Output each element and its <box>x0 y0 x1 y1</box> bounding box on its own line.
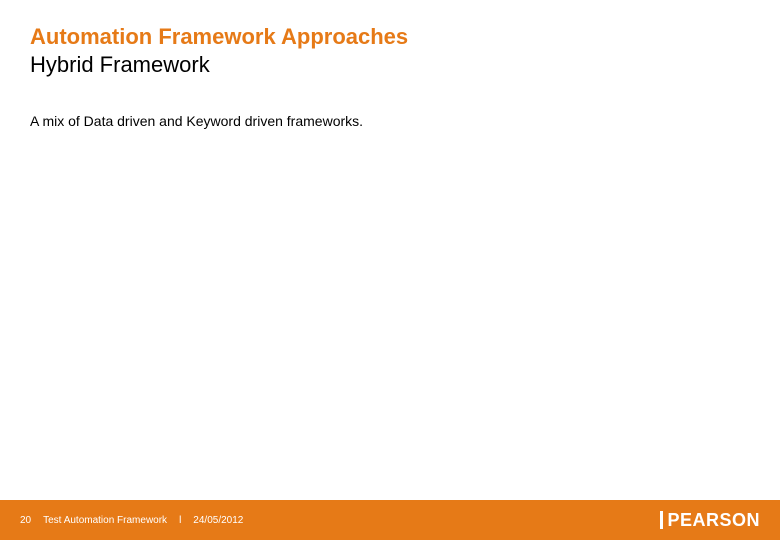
slide-title: Automation Framework Approaches <box>30 24 750 50</box>
footer-left: 20 Test Automation Framework l 24/05/201… <box>20 515 243 526</box>
body-text: A mix of Data driven and Keyword driven … <box>30 113 750 129</box>
slide-footer: 20 Test Automation Framework l 24/05/201… <box>0 500 780 540</box>
pearson-logo: PEARSON <box>660 510 760 531</box>
slide: Automation Framework Approaches Hybrid F… <box>0 0 780 540</box>
logo-text: PEARSON <box>667 510 760 531</box>
footer-doc-title: Test Automation Framework <box>43 515 167 526</box>
slide-subtitle: Hybrid Framework <box>30 52 750 78</box>
page-number: 20 <box>20 515 31 526</box>
logo-bar-icon <box>660 511 663 529</box>
slide-body: A mix of Data driven and Keyword driven … <box>0 79 780 129</box>
footer-date: 24/05/2012 <box>193 515 243 526</box>
slide-header: Automation Framework Approaches Hybrid F… <box>0 0 780 79</box>
footer-separator: l <box>179 515 181 526</box>
